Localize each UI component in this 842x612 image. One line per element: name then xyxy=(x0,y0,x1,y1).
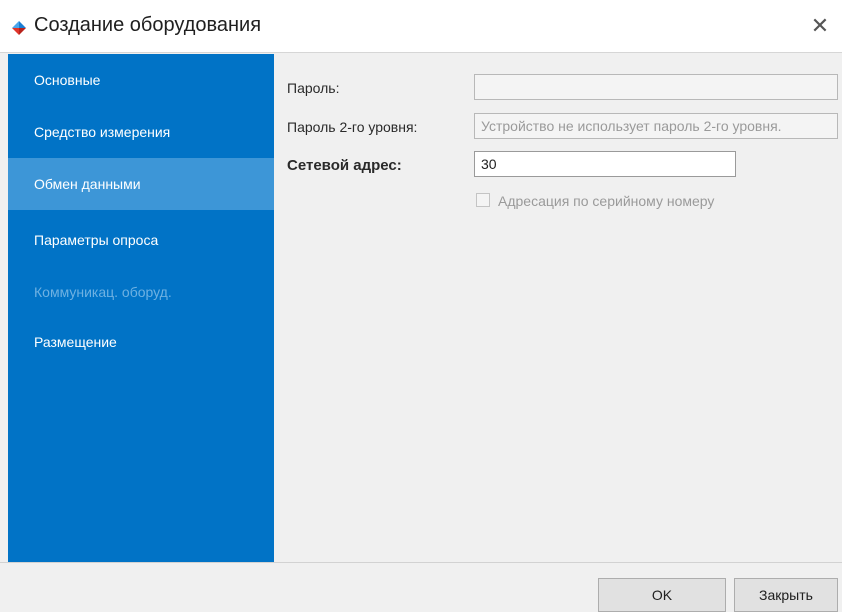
sidebar-item-label: Основные xyxy=(34,72,101,88)
sidebar-item-polling-parameters[interactable]: Параметры опроса xyxy=(8,214,274,266)
network-address-input[interactable]: 30 xyxy=(474,151,736,177)
sidebar-item-communication-equipment: Коммуникац. оборуд. xyxy=(8,266,274,318)
password-label: Пароль: xyxy=(287,80,340,96)
sidebar: Основные Средство измерения Обмен данным… xyxy=(8,54,274,562)
sidebar-item-placement[interactable]: Размещение xyxy=(8,316,274,368)
sidebar-item-data-exchange[interactable]: Обмен данными xyxy=(8,158,274,210)
password-field xyxy=(474,74,838,100)
sidebar-item-label: Параметры опроса xyxy=(34,232,159,248)
serial-addressing-label: Адресация по серийному номеру xyxy=(498,193,715,209)
close-icon[interactable]: ✕ xyxy=(804,12,836,40)
diamond-logo-icon xyxy=(12,21,26,35)
sidebar-item-label: Размещение xyxy=(34,334,117,350)
close-button[interactable]: Закрыть xyxy=(734,578,838,612)
sidebar-item-measuring-instrument[interactable]: Средство измерения xyxy=(8,106,274,158)
password2-label: Пароль 2-го уровня: xyxy=(287,119,418,135)
window-title: Создание оборудования xyxy=(34,14,262,36)
ok-button[interactable]: OK xyxy=(598,578,726,612)
title-bar: Создание оборудования ✕ xyxy=(0,0,842,53)
serial-addressing-checkbox xyxy=(476,193,490,207)
password2-field: Устройство не использует пароль 2-го уро… xyxy=(474,113,838,139)
footer-divider xyxy=(0,562,842,563)
dialog-window: Создание оборудования ✕ Основные Средств… xyxy=(0,0,842,612)
sidebar-item-basic[interactable]: Основные xyxy=(8,54,274,106)
network-address-label: Сетевой адрес: xyxy=(287,157,402,174)
sidebar-item-label: Коммуникац. оборуд. xyxy=(34,284,172,300)
sidebar-item-label: Средство измерения xyxy=(34,124,171,140)
sidebar-item-label: Обмен данными xyxy=(34,176,141,192)
